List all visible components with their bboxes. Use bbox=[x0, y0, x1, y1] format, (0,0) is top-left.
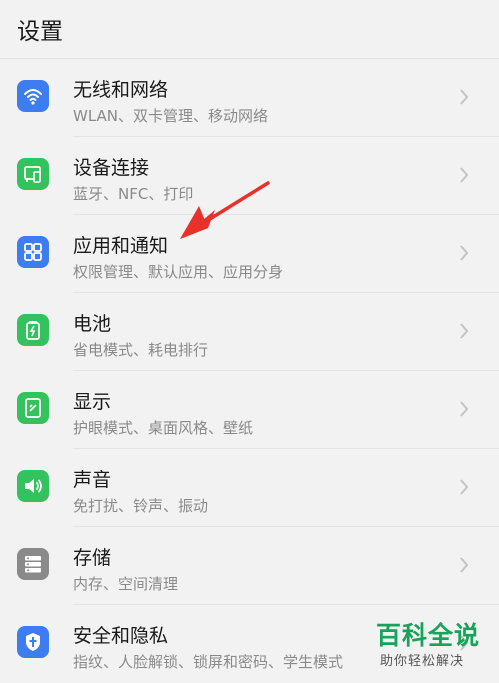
settings-item-label: 电池 bbox=[73, 313, 112, 335]
settings-item-storage[interactable]: 存储 内存、空间清理 bbox=[0, 527, 499, 605]
settings-item-label: 应用和通知 bbox=[73, 235, 169, 257]
display-icon bbox=[17, 392, 49, 424]
settings-item-label: 无线和网络 bbox=[73, 79, 169, 101]
settings-item-device-connection[interactable]: 设备连接 蓝牙、NFC、打印 bbox=[0, 137, 499, 215]
settings-item-label: 设备连接 bbox=[73, 157, 150, 179]
settings-item-subtitle: 免打扰、铃声、振动 bbox=[73, 497, 209, 515]
watermark-subtitle: 助你轻松解决 bbox=[380, 654, 465, 669]
settings-header: 设置 bbox=[0, 0, 499, 56]
storage-icon bbox=[17, 548, 49, 580]
settings-item-label: 安全和隐私 bbox=[73, 625, 169, 647]
wifi-icon bbox=[17, 80, 49, 112]
chevron-right-icon bbox=[460, 89, 469, 105]
settings-item-sound[interactable]: 声音 免打扰、铃声、振动 bbox=[0, 449, 499, 527]
chevron-right-icon bbox=[460, 323, 469, 339]
device-connection-icon bbox=[17, 158, 49, 190]
settings-item-subtitle: 内存、空间清理 bbox=[73, 575, 179, 593]
page-title: 设置 bbox=[17, 19, 63, 45]
settings-item-label: 声音 bbox=[73, 469, 112, 491]
settings-item-subtitle: 护眼模式、桌面风格、壁纸 bbox=[73, 419, 254, 437]
settings-item-label: 显示 bbox=[73, 391, 112, 413]
settings-item-label: 存储 bbox=[73, 547, 112, 569]
shield-icon bbox=[17, 626, 49, 658]
speaker-icon bbox=[17, 470, 49, 502]
chevron-right-icon bbox=[460, 167, 469, 183]
chevron-right-icon bbox=[460, 245, 469, 261]
chevron-right-icon bbox=[460, 479, 469, 495]
chevron-right-icon bbox=[460, 401, 469, 417]
settings-item-subtitle: 权限管理、默认应用、应用分身 bbox=[73, 263, 284, 281]
settings-item-subtitle: 省电模式、耗电排行 bbox=[73, 341, 209, 359]
watermark-title: 百科全说 bbox=[376, 621, 481, 650]
chevron-right-icon bbox=[460, 557, 469, 573]
watermark-logo: 百科全说 助你轻松解决 bbox=[372, 614, 494, 674]
settings-item-wireless-network[interactable]: 无线和网络 WLAN、双卡管理、移动网络 bbox=[0, 59, 499, 137]
settings-item-display[interactable]: 显示 护眼模式、桌面风格、壁纸 bbox=[0, 371, 499, 449]
battery-icon bbox=[17, 314, 49, 346]
apps-grid-icon bbox=[17, 236, 49, 268]
settings-item-subtitle: WLAN、双卡管理、移动网络 bbox=[73, 107, 269, 125]
settings-item-subtitle: 指纹、人脸解锁、锁屏和密码、学生模式 bbox=[73, 653, 344, 671]
settings-item-apps-notifications[interactable]: 应用和通知 权限管理、默认应用、应用分身 bbox=[0, 215, 499, 293]
settings-item-subtitle: 蓝牙、NFC、打印 bbox=[73, 185, 194, 203]
settings-item-battery[interactable]: 电池 省电模式、耗电排行 bbox=[0, 293, 499, 371]
